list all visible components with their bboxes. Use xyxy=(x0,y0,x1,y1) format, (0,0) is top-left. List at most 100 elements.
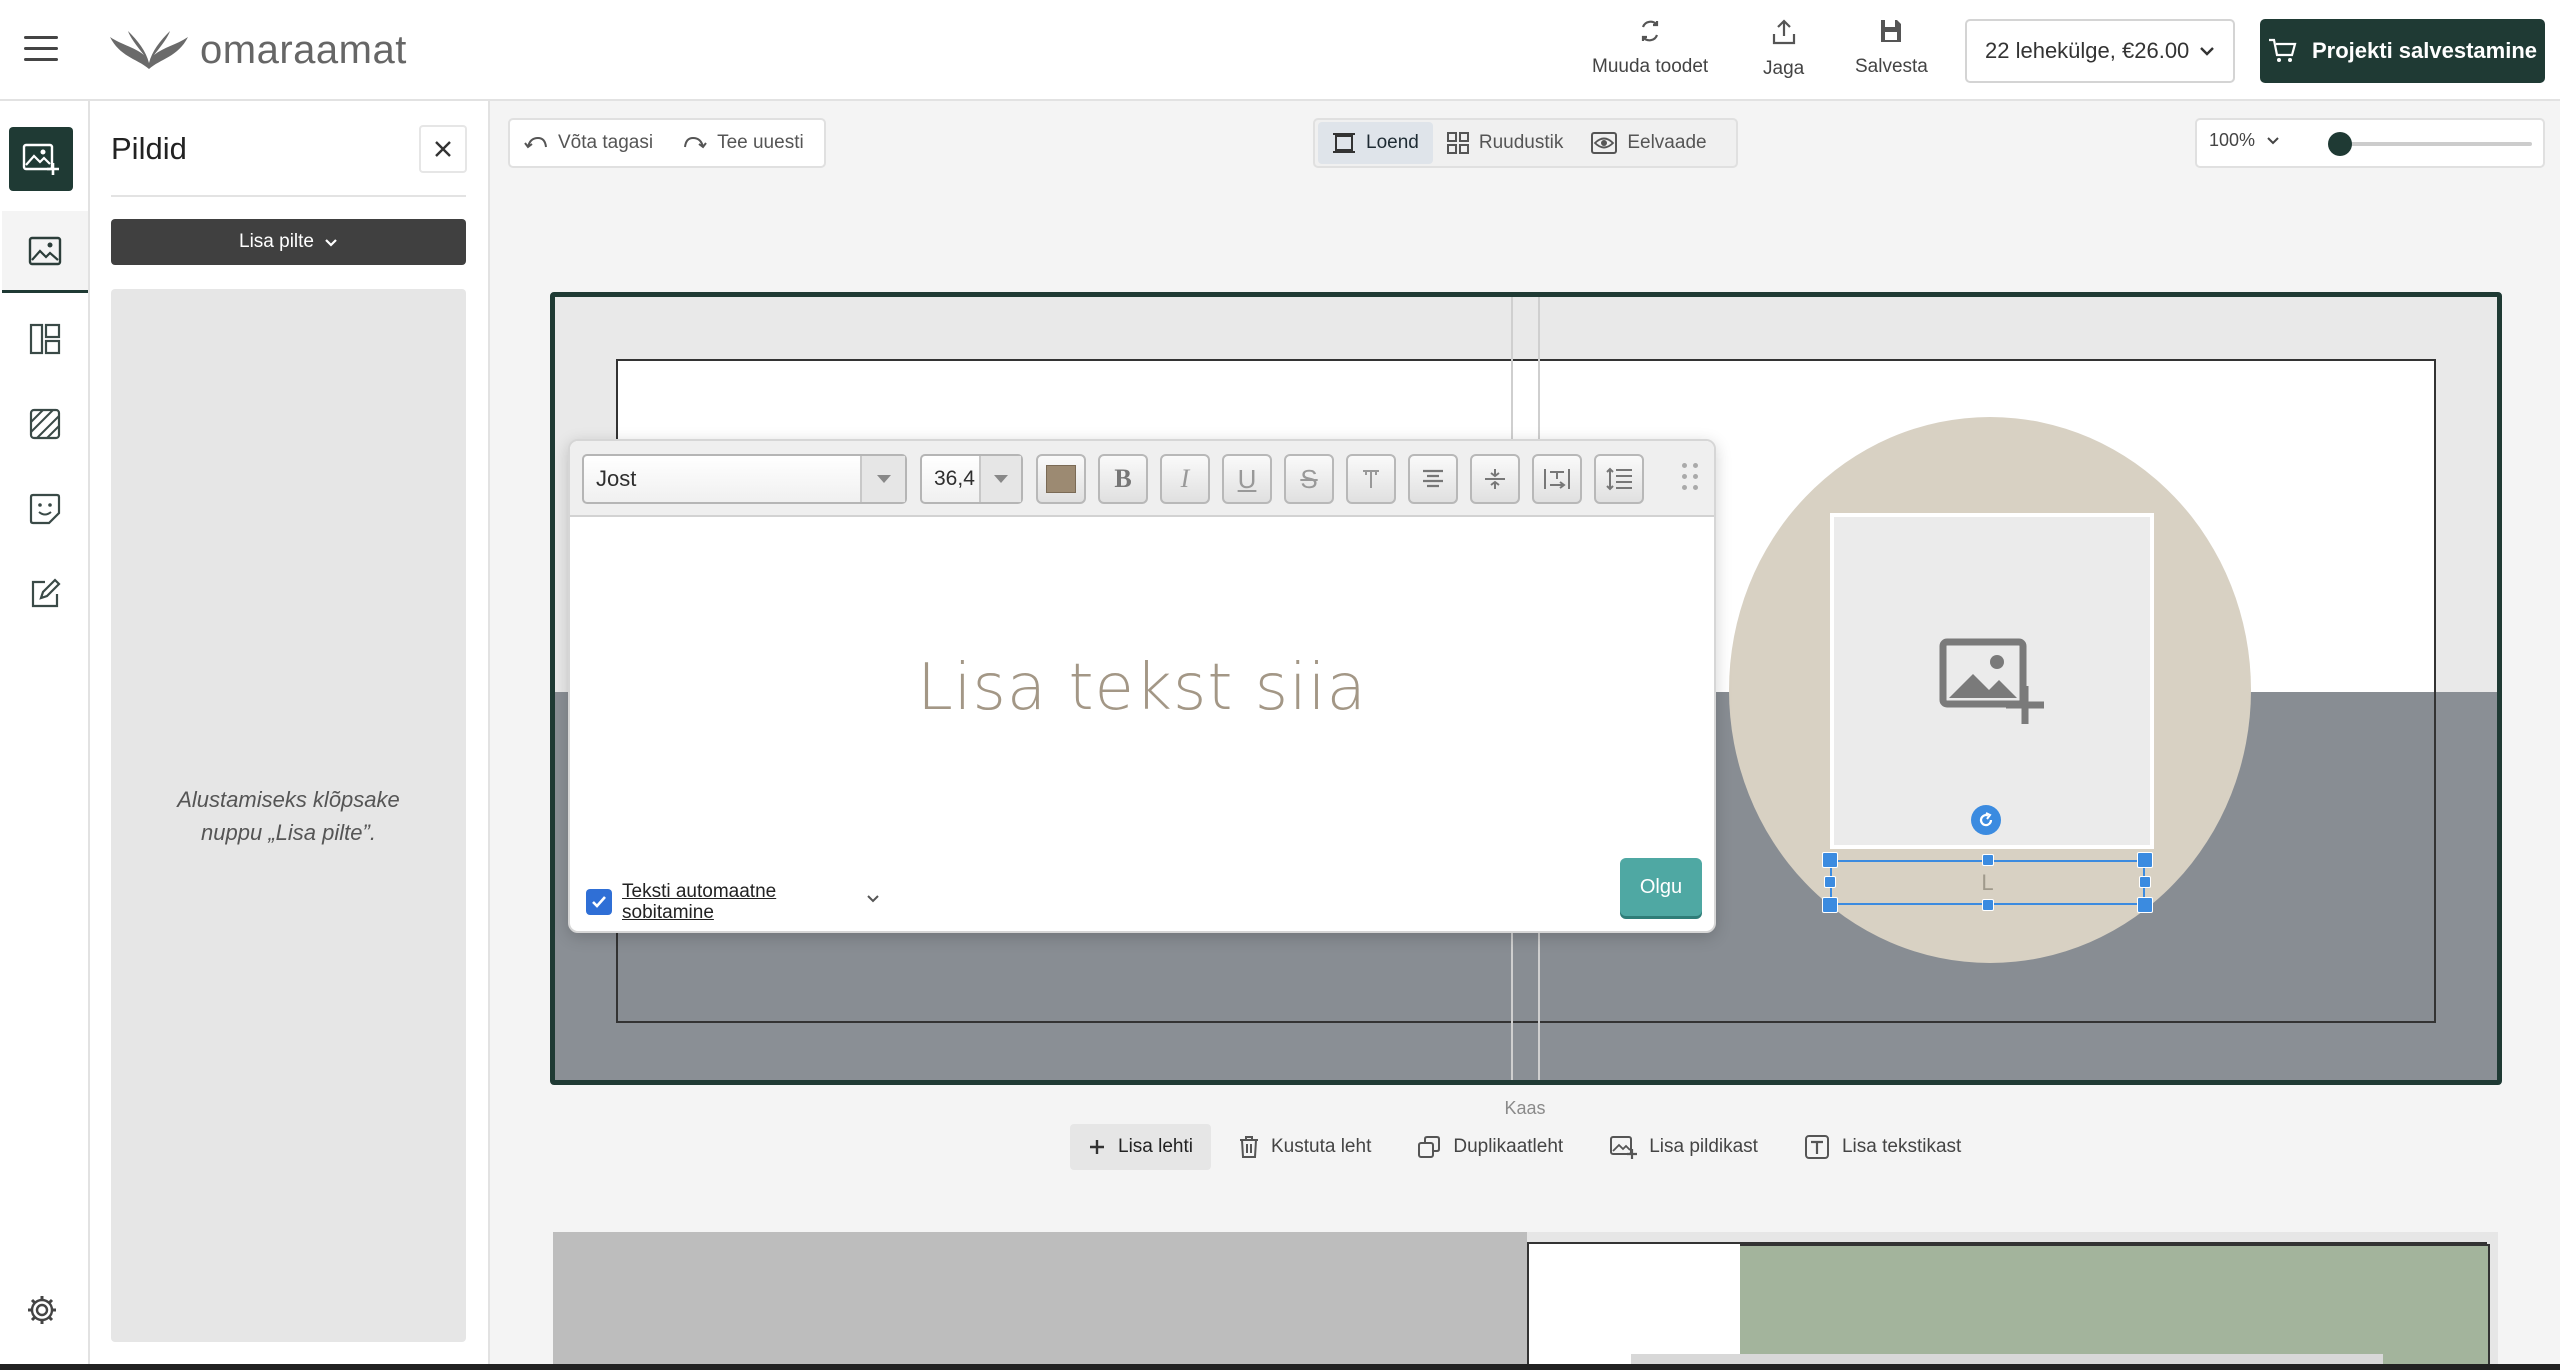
zoom-control: 100% xyxy=(2195,118,2545,168)
floppy-icon xyxy=(1881,20,1902,42)
add-page-button[interactable]: Lisa lehti xyxy=(1070,1124,1211,1170)
logo[interactable]: omaraamat xyxy=(108,28,407,73)
autofit-option[interactable]: Teksti automaatne sobitamine xyxy=(586,881,802,923)
zoom-slider-handle[interactable] xyxy=(2328,132,2352,156)
rotate-handle[interactable] xyxy=(1971,805,2001,835)
font-size-select[interactable]: 36,4 xyxy=(920,454,1023,504)
pages-price-select[interactable]: 22 lehekülge, €26.00 xyxy=(1965,19,2235,83)
pages-price-value: 22 lehekülge, €26.00 xyxy=(1985,38,2190,63)
letter-spacing-button[interactable] xyxy=(1532,454,1582,504)
strikethrough-button[interactable]: S xyxy=(1284,454,1334,504)
rail-backgrounds[interactable] xyxy=(2,383,88,465)
zoom-slider-track[interactable] xyxy=(2337,142,2532,146)
vertical-align-button[interactable] xyxy=(1470,454,1520,504)
duplicate-page-button[interactable]: Duplikaatleht xyxy=(1399,1124,1581,1170)
line-height-icon xyxy=(1606,467,1632,491)
font-size-value: 36,4 xyxy=(934,467,975,490)
italic-icon: I xyxy=(1180,464,1190,493)
undo-button[interactable]: Võta tagasi xyxy=(524,132,653,154)
resize-handle-bottom[interactable] xyxy=(1982,899,1994,911)
left-rail xyxy=(0,101,90,1370)
vertical-align-icon xyxy=(1485,469,1505,489)
edit-text-icon xyxy=(31,578,61,608)
autofit-checkbox[interactable] xyxy=(586,889,612,915)
text-style-button[interactable] xyxy=(1346,454,1396,504)
change-product-button[interactable]: Muuda toodet xyxy=(1592,18,1708,78)
font-family-select[interactable]: Jost xyxy=(582,454,907,504)
window-bottom-edge xyxy=(0,1364,2560,1370)
letter-spacing-icon xyxy=(1544,469,1570,489)
align-center-icon xyxy=(1423,469,1443,488)
layout-icon xyxy=(29,323,61,355)
chevron-down-icon xyxy=(2267,136,2279,144)
add-pictures-label: Lisa pilte xyxy=(239,231,314,252)
zoom-select[interactable]: 100% xyxy=(2209,130,2279,151)
underline-icon: U xyxy=(1237,463,1257,494)
chevron-down-icon xyxy=(2200,47,2214,56)
text-input-area[interactable]: Lisa tekst siia xyxy=(570,651,1714,725)
panel-title: Pildid xyxy=(111,131,187,166)
ok-button[interactable]: Olgu xyxy=(1620,858,1702,916)
view-grid-button[interactable]: Ruudustik xyxy=(1433,122,1578,164)
sticker-icon xyxy=(29,493,61,525)
autofit-label[interactable]: Teksti automaatne sobitamine xyxy=(622,881,802,923)
close-icon xyxy=(435,141,451,157)
bold-icon: B xyxy=(1114,464,1132,493)
settings-button[interactable] xyxy=(24,1292,60,1328)
next-spread-preview[interactable] xyxy=(553,1232,2498,1370)
add-pictures-button[interactable]: Lisa pilte xyxy=(111,219,466,265)
resize-handle-bottom-left[interactable] xyxy=(1822,897,1838,913)
resize-handle-top[interactable] xyxy=(1982,854,1994,866)
empty-hint: Alustamiseks klõpsake nuppu „Lisa pilte”… xyxy=(177,786,400,845)
add-image-icon xyxy=(22,143,59,175)
logo-wings-icon xyxy=(110,30,188,69)
line-height-button[interactable] xyxy=(1594,454,1644,504)
italic-button[interactable]: I xyxy=(1160,454,1210,504)
text-style-icon xyxy=(1363,470,1379,488)
panel-close-button[interactable] xyxy=(419,125,467,173)
redo-button[interactable]: Tee uuesti xyxy=(683,132,804,154)
refresh-icon xyxy=(1641,20,1659,42)
text-color-button[interactable] xyxy=(1036,454,1086,504)
resize-handle-top-right[interactable] xyxy=(2137,852,2153,868)
rail-text[interactable] xyxy=(2,553,88,635)
autofit-expand-button[interactable] xyxy=(866,891,880,909)
next-spread-left-page xyxy=(553,1232,1527,1370)
text-format-toolbar: Jost 36,4 B I U S xyxy=(570,441,1714,517)
duplicate-icon xyxy=(1418,1136,1441,1158)
resize-handle-left[interactable] xyxy=(1824,876,1836,888)
redo-icon xyxy=(684,136,707,149)
zoom-value: 100% xyxy=(2209,130,2256,150)
page-label: Kaas xyxy=(1504,1098,1546,1118)
rail-stickers[interactable] xyxy=(2,468,88,550)
rail-layouts[interactable] xyxy=(2,298,88,380)
panel-divider xyxy=(111,195,466,197)
rail-add-image[interactable] xyxy=(9,127,73,191)
resize-handle-bottom-right[interactable] xyxy=(2137,897,2153,913)
rail-photos[interactable] xyxy=(2,211,88,293)
underline-button[interactable]: U xyxy=(1222,454,1272,504)
drag-handle-icon[interactable] xyxy=(1682,463,1702,495)
view-preview-button[interactable]: Eelvaade xyxy=(1577,122,1720,164)
gear-icon xyxy=(28,1296,56,1324)
menu-icon[interactable] xyxy=(24,36,58,64)
chevron-down-icon xyxy=(867,895,879,903)
add-image-box-button[interactable]: Lisa pildikast xyxy=(1591,1124,1776,1170)
image-dropzone[interactable]: Alustamiseks klõpsake nuppu „Lisa pilte”… xyxy=(111,289,466,1342)
chevron-down-icon xyxy=(860,456,905,502)
add-image-icon xyxy=(1610,1136,1638,1159)
align-center-button[interactable] xyxy=(1408,454,1458,504)
resize-handle-top-left[interactable] xyxy=(1822,852,1838,868)
add-text-box-button[interactable]: Lisa tekstikast xyxy=(1786,1124,1979,1170)
view-list-button[interactable]: Loend xyxy=(1318,122,1433,164)
image-placeholder[interactable] xyxy=(1830,513,2154,849)
save-button[interactable]: Salvesta xyxy=(1855,18,1928,78)
add-image-icon xyxy=(1939,638,2044,724)
share-button[interactable]: Jaga xyxy=(1763,18,1804,80)
strikethrough-icon: S xyxy=(1300,463,1318,494)
chevron-down-icon xyxy=(325,238,337,247)
delete-page-button[interactable]: Kustuta leht xyxy=(1221,1124,1389,1170)
resize-handle-right[interactable] xyxy=(2139,876,2151,888)
bold-button[interactable]: B xyxy=(1098,454,1148,504)
save-project-button[interactable]: Projekti salvestamine xyxy=(2260,19,2545,83)
